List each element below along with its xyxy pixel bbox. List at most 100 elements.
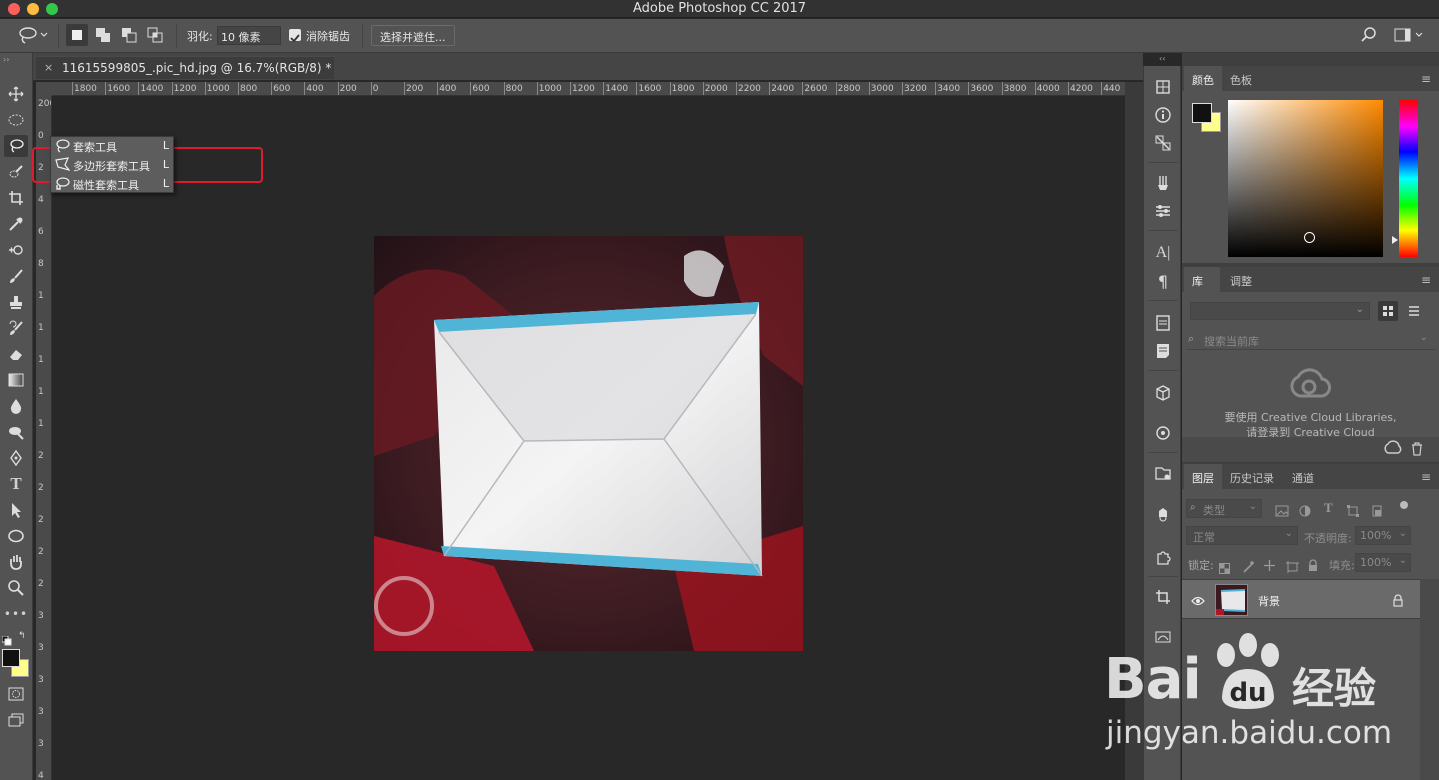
- ellipse-tool-icon[interactable]: [4, 525, 28, 547]
- default-colors-icon[interactable]: [1, 631, 12, 650]
- document-tab[interactable]: × 11615599805_.pic_hd.jpg @ 16.7%(RGB/8)…: [36, 56, 334, 79]
- new-selection-icon[interactable]: [66, 24, 88, 46]
- character-panel-icon[interactable]: A|: [1151, 242, 1175, 264]
- actions-icon[interactable]: [1151, 504, 1175, 526]
- 3d-panel-icon[interactable]: [1151, 382, 1175, 404]
- tab-history[interactable]: 历史记录: [1222, 464, 1282, 489]
- pen-tool-icon[interactable]: [4, 447, 28, 469]
- feather-input[interactable]: 10 像素: [217, 26, 281, 45]
- select-and-mask-button[interactable]: 选择并遮住...: [371, 25, 455, 46]
- collapse-dock-icon[interactable]: ‹‹: [1159, 54, 1165, 63]
- cc-sync-icon[interactable]: [1384, 440, 1402, 460]
- clone-stamp-tool-icon[interactable]: [4, 291, 28, 313]
- foreground-color-swatch[interactable]: [2, 649, 20, 667]
- healing-brush-tool-icon[interactable]: [4, 239, 28, 261]
- info-icon[interactable]: [1151, 104, 1175, 126]
- brush-presets-icon[interactable]: [1151, 200, 1175, 222]
- tab-adjustments[interactable]: 调整: [1222, 267, 1260, 292]
- lasso-tool-icon[interactable]: [4, 135, 28, 157]
- layer-lock-icon[interactable]: [1393, 592, 1403, 611]
- adjustment-filter-icon[interactable]: [1299, 502, 1311, 521]
- trash-icon[interactable]: [1410, 441, 1424, 460]
- magnetic-lasso-tool-menu-item[interactable]: 磁性套索工具 L: [51, 175, 175, 194]
- library-panel-menu-icon[interactable]: ≡: [1421, 273, 1431, 287]
- lock-image-icon[interactable]: [1242, 558, 1254, 577]
- search-icon[interactable]: [1358, 24, 1380, 46]
- ruler-tick: [902, 82, 903, 95]
- add-to-selection-icon[interactable]: [92, 24, 114, 46]
- move-tool-icon[interactable]: [4, 83, 28, 105]
- blur-tool-icon[interactable]: [4, 395, 28, 417]
- layer-comps-icon[interactable]: [1151, 462, 1175, 484]
- panel-foreground-swatch[interactable]: [1192, 103, 1212, 123]
- smart-object-filter-icon[interactable]: [1371, 502, 1383, 521]
- fill-input[interactable]: 100% ⌄: [1355, 553, 1411, 572]
- color-panel-menu-icon[interactable]: ≡: [1421, 72, 1431, 86]
- hand-tool-icon[interactable]: [4, 551, 28, 573]
- path-selection-tool-icon[interactable]: [4, 499, 28, 521]
- brush-tool-icon[interactable]: [4, 265, 28, 287]
- marquee-tool-icon[interactable]: [4, 109, 28, 131]
- zoom-tool-icon[interactable]: [4, 577, 28, 599]
- hue-slider-marker[interactable]: [1392, 236, 1398, 244]
- layer-row[interactable]: 背景: [1182, 579, 1420, 619]
- tab-libraries[interactable]: 库: [1184, 267, 1220, 292]
- pixel-filter-icon[interactable]: [1275, 502, 1289, 521]
- tab-swatches[interactable]: 色板: [1222, 66, 1260, 91]
- crop-tool-icon[interactable]: [4, 187, 28, 209]
- lock-artboard-icon[interactable]: [1286, 558, 1299, 577]
- ruler-tick: [72, 82, 73, 95]
- workspace-switcher-icon[interactable]: [1392, 24, 1426, 46]
- lock-all-icon[interactable]: [1308, 557, 1318, 576]
- screen-mode-icon[interactable]: [4, 709, 28, 731]
- swap-colors-icon[interactable]: ↰: [18, 631, 26, 641]
- tab-color[interactable]: 颜色: [1184, 66, 1222, 91]
- list-view-icon[interactable]: [1404, 301, 1424, 321]
- blend-mode-select[interactable]: 正常 ⌄: [1186, 526, 1298, 545]
- layer-filter-select[interactable]: ⌕ 类型 ⌄: [1186, 499, 1262, 518]
- paragraph-panel-icon[interactable]: ¶: [1151, 270, 1175, 292]
- polygonal-lasso-tool-menu-item[interactable]: 多边形套索工具 L: [51, 156, 175, 175]
- lock-position-icon[interactable]: [1263, 557, 1276, 576]
- brush-settings-icon[interactable]: [1151, 172, 1175, 194]
- shape-filter-icon[interactable]: [1347, 502, 1359, 521]
- visibility-eye-icon[interactable]: [1191, 592, 1205, 611]
- color-field[interactable]: [1228, 100, 1383, 257]
- layers-panel-menu-icon[interactable]: ≡: [1421, 470, 1431, 484]
- history-brush-tool-icon[interactable]: [4, 317, 28, 339]
- plugins-icon[interactable]: [1151, 546, 1175, 568]
- tab-layers[interactable]: 图层: [1184, 464, 1222, 489]
- more-tools-icon[interactable]: •••: [4, 603, 28, 625]
- quick-mask-icon[interactable]: [4, 683, 28, 705]
- eraser-tool-icon[interactable]: [4, 343, 28, 365]
- quick-selection-tool-icon[interactable]: [4, 161, 28, 183]
- type-tool-icon[interactable]: T: [4, 473, 28, 495]
- properties-icon[interactable]: [1151, 132, 1175, 154]
- grid-view-icon[interactable]: [1378, 301, 1398, 321]
- character-styles-icon[interactable]: [1151, 312, 1175, 334]
- lock-transparent-icon[interactable]: [1219, 559, 1230, 578]
- filter-toggle-icon[interactable]: [1400, 501, 1408, 509]
- subtract-from-selection-icon[interactable]: [118, 24, 140, 46]
- gradient-tool-icon[interactable]: [4, 369, 28, 391]
- lasso-preset-icon[interactable]: [16, 24, 50, 46]
- measurement-log-icon[interactable]: [1151, 422, 1175, 444]
- antialias-checkbox[interactable]: [289, 29, 301, 43]
- hue-slider[interactable]: [1399, 100, 1418, 257]
- 3d-materials-icon[interactable]: [1151, 76, 1175, 98]
- dodge-tool-icon[interactable]: [4, 421, 28, 443]
- ruler-tick: [835, 82, 837, 95]
- library-select[interactable]: ⌄: [1190, 302, 1370, 320]
- paragraph-styles-icon[interactable]: [1151, 340, 1175, 362]
- intersect-selection-icon[interactable]: [144, 24, 166, 46]
- opacity-input[interactable]: 100% ⌄: [1355, 526, 1411, 545]
- collapse-toolbar-icon[interactable]: ››: [3, 55, 9, 64]
- document-image[interactable]: [374, 236, 803, 651]
- close-document-icon[interactable]: ×: [44, 61, 53, 74]
- eyedropper-tool-icon[interactable]: [4, 213, 28, 235]
- tab-channels[interactable]: 通道: [1284, 464, 1322, 489]
- crop-panel-icon[interactable]: [1151, 586, 1175, 608]
- type-filter-icon[interactable]: T: [1324, 500, 1333, 516]
- lasso-tool-menu-item[interactable]: 套索工具 L: [51, 137, 175, 156]
- library-search[interactable]: ⌕ 搜索当前库 ⌄: [1186, 330, 1436, 350]
